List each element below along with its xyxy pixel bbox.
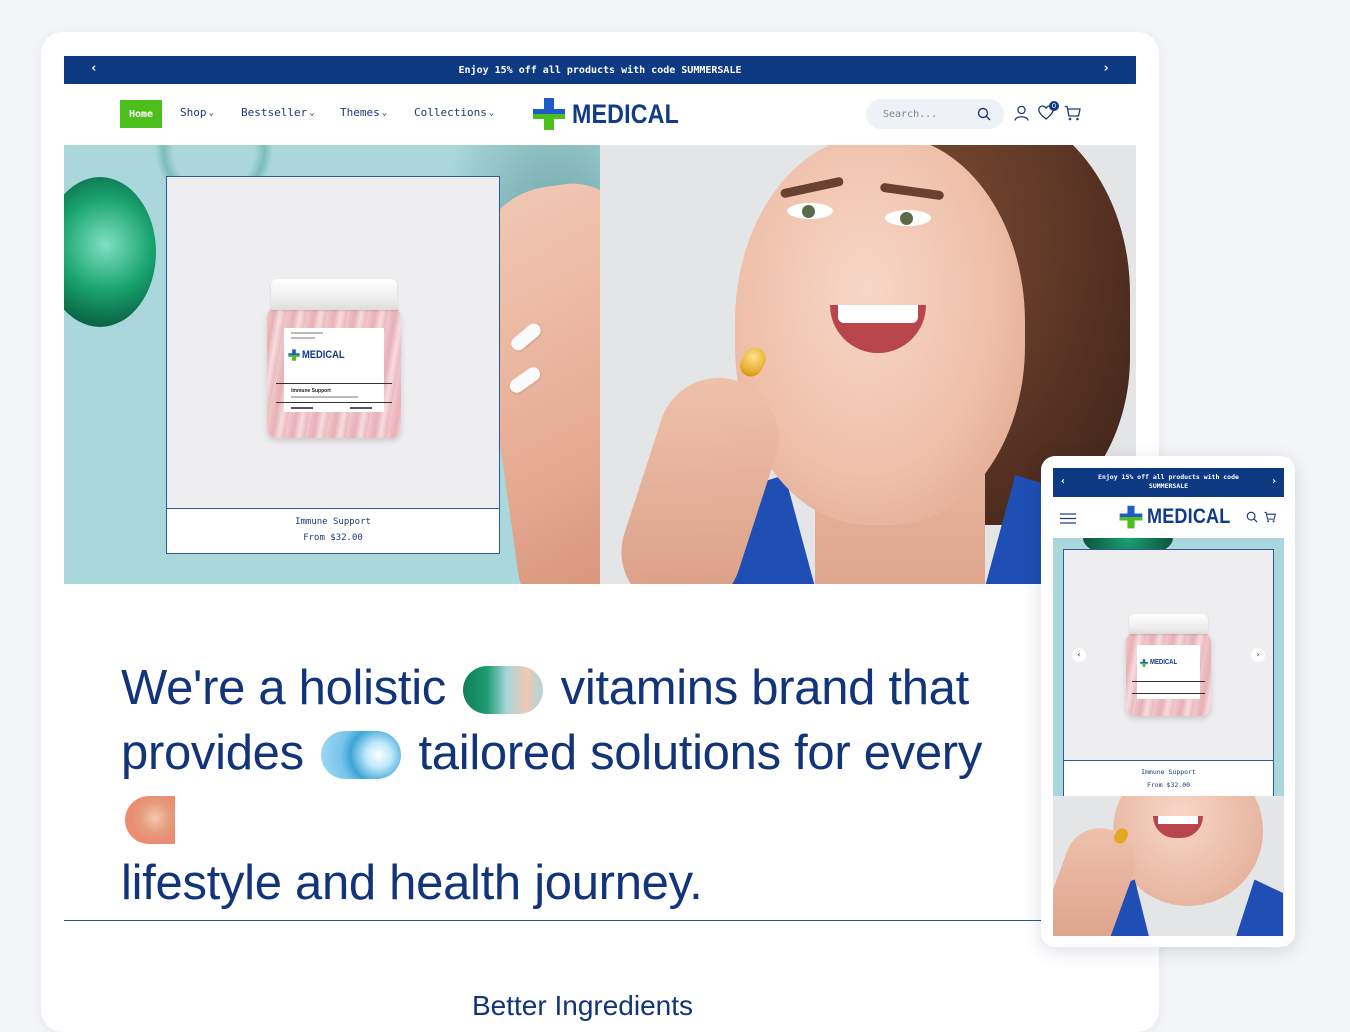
- product-card[interactable]: MEDICAL Immune Support Immune Support Fr…: [166, 176, 500, 554]
- announcement-bar: ‹ Enjoy 15% off all products with code S…: [64, 56, 1136, 84]
- supplement-jar: MEDICAL: [1126, 614, 1211, 718]
- mobile-preview: ‹ Enjoy 15% off all products with code S…: [1041, 456, 1295, 947]
- brand-logo[interactable]: MEDICAL: [532, 97, 696, 131]
- supplement-jar: MEDICAL Immune Support: [267, 279, 401, 441]
- nav-item-collections[interactable]: Collections ⌄: [414, 106, 494, 119]
- mobile-hero: MEDICAL ‹ › Immune Support From $32.00: [1053, 538, 1284, 936]
- mobile-product-card[interactable]: MEDICAL ‹ › Immune Support From $32.00: [1063, 549, 1274, 798]
- mobile-product-image[interactable]: MEDICAL ‹ ›: [1064, 550, 1273, 760]
- headline-text: lifestyle and health journey.: [121, 856, 703, 910]
- hero-image-left: MEDICAL Immune Support Immune Support Fr…: [64, 145, 600, 584]
- mobile-announcement-next[interactable]: ›: [1271, 477, 1277, 487]
- jar-brand: MEDICAL: [1149, 659, 1177, 667]
- nav-item-bestseller[interactable]: Bestseller ⌄: [241, 106, 315, 119]
- medical-cross-icon: [533, 98, 565, 130]
- cart-icon: [1064, 105, 1081, 121]
- wishlist-button[interactable]: 0: [1038, 101, 1059, 124]
- search-input[interactable]: Search...: [866, 99, 1004, 129]
- mobile-slider-next[interactable]: ›: [1251, 648, 1265, 662]
- chevron-down-icon: ⌄: [488, 107, 495, 118]
- mobile-slider-prev[interactable]: ‹: [1072, 648, 1086, 662]
- search-icon[interactable]: [1246, 511, 1258, 523]
- product-image[interactable]: MEDICAL Immune Support: [167, 177, 499, 508]
- nav-home[interactable]: Home: [120, 100, 162, 128]
- hero-banner: MEDICAL Immune Support Immune Support Fr…: [64, 145, 1136, 584]
- search-placeholder: Search...: [883, 108, 938, 120]
- inline-image-pill: [125, 796, 175, 844]
- nav-item-label: Bestseller: [241, 106, 308, 119]
- search-icon[interactable]: [977, 107, 991, 121]
- nav-item-shop[interactable]: Shop ⌄: [180, 106, 214, 119]
- headline-text: provides: [121, 726, 304, 780]
- mobile-header: MEDICAL: [1053, 497, 1284, 538]
- mobile-announcement-bar: ‹ Enjoy 15% off all products with code S…: [1053, 468, 1284, 497]
- nav-item-label: Themes: [340, 106, 380, 119]
- product-name[interactable]: Immune Support: [167, 517, 499, 527]
- nav-item-themes[interactable]: Themes ⌄: [340, 106, 387, 119]
- cart-icon[interactable]: [1264, 511, 1276, 523]
- hamburger-menu-icon[interactable]: [1060, 513, 1076, 524]
- mobile-announcement-text: Enjoy 15% off all products with code SUM…: [1098, 473, 1239, 490]
- wishlist-count-badge: 0: [1049, 101, 1059, 111]
- mobile-product-price: From $32.00: [1146, 781, 1191, 789]
- chevron-down-icon: ⌄: [381, 107, 388, 118]
- headline-text: We're a holistic: [121, 661, 446, 715]
- chevron-down-icon: ⌄: [309, 107, 315, 118]
- section-title: Better Ingredients: [472, 990, 694, 1021]
- announcement-text: Enjoy 15% off all products with code SUM…: [458, 64, 742, 76]
- mobile-announcement-prev[interactable]: ‹: [1060, 477, 1066, 487]
- header: Home Shop ⌄ Bestseller ⌄ Themes ⌄ Collec…: [64, 84, 1136, 145]
- woman-face: [735, 145, 1025, 525]
- green-glass-image: [64, 177, 156, 327]
- cart-button[interactable]: [1064, 105, 1081, 125]
- mobile-product-name[interactable]: Immune Support: [1064, 768, 1273, 776]
- product-price: From $32.00: [303, 533, 363, 543]
- mobile-woman-image: [1053, 796, 1284, 936]
- announcement-next-button[interactable]: ›: [1102, 62, 1110, 76]
- brand-name: MEDICAL: [572, 98, 679, 129]
- inline-image-pill: [463, 666, 544, 714]
- inline-image-pill: [321, 731, 402, 779]
- mobile-brand-logo[interactable]: MEDICAL: [1119, 505, 1244, 529]
- user-icon: [1014, 105, 1029, 121]
- jar-brand: MEDICAL: [302, 348, 346, 361]
- medical-cross-icon: [1119, 505, 1143, 529]
- headline-text: tailored solutions for every: [418, 726, 983, 780]
- medical-cross-icon: [1139, 658, 1148, 667]
- chevron-down-icon: ⌄: [208, 107, 214, 118]
- nav-item-label: Shop: [180, 106, 207, 119]
- nav-item-label: Collections: [414, 106, 487, 119]
- mobile-brand-name: MEDICAL: [1147, 505, 1231, 528]
- announcement-prev-button[interactable]: ‹: [90, 62, 98, 76]
- section-divider: [64, 920, 1136, 921]
- medical-cross-icon: [288, 349, 301, 361]
- headline-text: vitamins brand that: [560, 661, 970, 715]
- jar-product-name: Immune Support: [291, 387, 331, 394]
- brand-statement: We're a holistic vitamins brand that pro…: [121, 656, 1021, 916]
- account-button[interactable]: [1014, 105, 1029, 125]
